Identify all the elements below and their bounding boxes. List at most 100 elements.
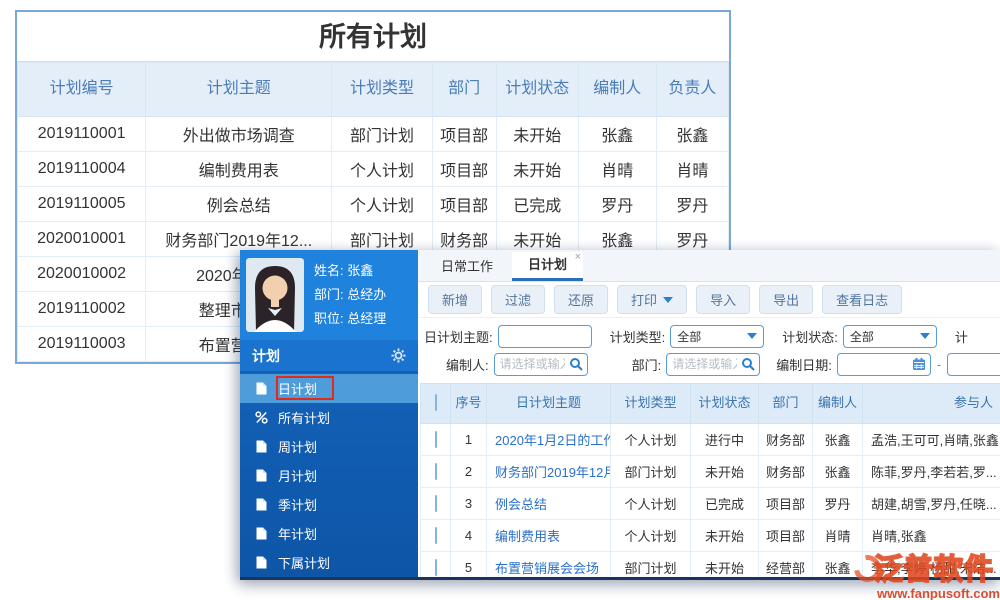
- date-to-input[interactable]: [947, 353, 1000, 376]
- plan-status-cell: 未开始: [691, 520, 759, 552]
- select-all-checkbox[interactable]: [435, 394, 437, 411]
- search-icon[interactable]: [569, 357, 583, 371]
- column-header: 计划主题: [146, 63, 332, 117]
- avatar: [246, 258, 304, 332]
- watermark: 泛普软件 www.fanpusoft.com: [852, 546, 1000, 600]
- tab-daily-plan[interactable]: 日计划×: [512, 252, 583, 281]
- profile-info: 姓名: 张鑫 部门: 总经办 职位: 总经理: [314, 259, 386, 331]
- filter-panel: 日计划主题: 计划类型: 全部 计划状态: 全部 计 编制人:: [418, 318, 1000, 380]
- plan-type-select[interactable]: 全部: [670, 325, 764, 348]
- sidebar-item-all-plans[interactable]: 所有计划: [240, 403, 418, 432]
- print-button[interactable]: 打印: [617, 285, 687, 314]
- row-checkbox[interactable]: [435, 431, 437, 448]
- cell: 张鑫: [578, 117, 656, 152]
- chevron-down-icon: [663, 297, 673, 303]
- profile-name: 姓名: 张鑫: [314, 259, 386, 283]
- subject-link[interactable]: 例会总结: [487, 488, 611, 520]
- cell: 2019110005: [18, 187, 146, 222]
- column-header: 计划编号: [18, 63, 146, 117]
- red-highlight-box: [276, 376, 334, 400]
- column-header: 序号: [451, 384, 487, 424]
- add-button[interactable]: 新增: [428, 285, 482, 314]
- table-header-row: 计划编号计划主题计划类型部门计划状态编制人负责人: [18, 63, 729, 117]
- sidebar-menu: 日计划所有计划周计划月计划季计划年计划下属计划: [240, 371, 418, 577]
- plan-status-cell: 已完成: [691, 488, 759, 520]
- plan-status-cell: 未开始: [691, 456, 759, 488]
- sidebar-section-plan[interactable]: 计划: [240, 340, 418, 371]
- participants-cell: 孟浩,王可可,肖晴,张鑫: [863, 424, 1000, 456]
- plan-type-cell: 个人计划: [611, 424, 691, 456]
- user-profile: 姓名: 张鑫 部门: 总经办 职位: 总经理: [240, 250, 418, 340]
- toolbar: 新增 过滤 还原 打印 导入 导出 查看日志: [418, 282, 1000, 318]
- sidebar-section-label: 计划: [252, 346, 280, 366]
- subject-link[interactable]: 2020年1月2日的工作日...: [487, 424, 611, 456]
- row-checkbox[interactable]: [435, 527, 437, 544]
- creator-label: 编制人:: [446, 355, 489, 374]
- cell: 罗丹: [578, 187, 656, 222]
- daily-plan-subject-input[interactable]: [498, 325, 592, 348]
- daily-plan-subject-label: 日计划主题:: [424, 327, 493, 346]
- creator-cell: 张鑫: [813, 424, 863, 456]
- column-header: 编制人: [578, 63, 656, 117]
- select-all-header: [421, 384, 451, 424]
- row-checkbox[interactable]: [435, 559, 437, 576]
- row-checkbox[interactable]: [435, 495, 437, 512]
- sidebar-item-label: 周计划: [278, 437, 317, 456]
- gear-icon[interactable]: [391, 348, 406, 363]
- filter-button[interactable]: 过滤: [491, 285, 545, 314]
- plan-type-cell: 个人计划: [611, 520, 691, 552]
- plan-type-cell: 个人计划: [611, 488, 691, 520]
- subject-link[interactable]: 布置营销展会会场: [487, 552, 611, 578]
- page-title: 所有计划: [17, 12, 729, 62]
- plan-type-cell: 部门计划: [611, 456, 691, 488]
- cell: 项目部: [432, 117, 496, 152]
- plan-type-cell: 部门计划: [611, 552, 691, 578]
- plan-status-select[interactable]: 全部: [843, 325, 937, 348]
- search-icon[interactable]: [741, 357, 755, 371]
- sidebar-item-weekly-plan[interactable]: 周计划: [240, 432, 418, 461]
- table-row: 2019110005例会总结个人计划项目部已完成罗丹罗丹: [18, 187, 729, 222]
- department-cell: 财务部: [759, 424, 813, 456]
- file-icon: [255, 469, 268, 482]
- row-checkbox[interactable]: [435, 463, 437, 480]
- close-icon[interactable]: ×: [575, 252, 581, 263]
- cell: 未开始: [496, 152, 578, 187]
- cell: 部门计划: [332, 117, 432, 152]
- button-label: 打印: [631, 290, 657, 309]
- button-label: 导出: [773, 290, 799, 309]
- cell: 编制费用表: [146, 152, 332, 187]
- calendar-icon[interactable]: [912, 357, 926, 371]
- cell: 未开始: [496, 117, 578, 152]
- view-log-button[interactable]: 查看日志: [822, 285, 902, 314]
- tab-daily-work[interactable]: 日常工作: [425, 252, 509, 281]
- sidebar-item-label: 下属计划: [278, 553, 330, 572]
- subject-link[interactable]: 编制费用表: [487, 520, 611, 552]
- tab-bar: 日常工作日计划×: [418, 250, 1000, 282]
- restore-button[interactable]: 还原: [554, 285, 608, 314]
- sidebar-item-subordinate-plan[interactable]: 下属计划: [240, 548, 418, 577]
- sidebar-item-quarterly-plan[interactable]: 季计划: [240, 490, 418, 519]
- plan-status-cell: 未开始: [691, 552, 759, 578]
- sidebar-item-yearly-plan[interactable]: 年计划: [240, 519, 418, 548]
- import-button[interactable]: 导入: [696, 285, 750, 314]
- cell: 肖晴: [656, 152, 728, 187]
- department-cell: 经营部: [759, 552, 813, 578]
- plan-status-cell: 进行中: [691, 424, 759, 456]
- export-button[interactable]: 导出: [759, 285, 813, 314]
- cell: 个人计划: [332, 187, 432, 222]
- cell: 已完成: [496, 187, 578, 222]
- button-label: 过滤: [505, 290, 531, 309]
- row-number-cell: 1: [451, 424, 487, 456]
- table-row: 3例会总结个人计划已完成项目部罗丹胡建,胡雪,罗丹,任晓...: [421, 488, 1000, 520]
- row-number-cell: 2: [451, 456, 487, 488]
- department-label: 部门:: [632, 355, 662, 374]
- table-header-row: 序号日计划主题计划类型计划状态部门编制人参与人: [421, 384, 1000, 424]
- plan-type-label: 计划类型:: [610, 327, 666, 346]
- column-header: 参与人: [863, 384, 1000, 424]
- sidebar-item-monthly-plan[interactable]: 月计划: [240, 461, 418, 490]
- button-label: 还原: [568, 290, 594, 309]
- participants-cell: 胡建,胡雪,罗丹,任晓...: [863, 488, 1000, 520]
- subject-link[interactable]: 财务部门2019年12月的...: [487, 456, 611, 488]
- cell: 2019110003: [18, 327, 146, 362]
- daily-plan-window: 姓名: 张鑫 部门: 总经办 职位: 总经理 计划 日计划所有计划周计划月计: [240, 250, 1000, 580]
